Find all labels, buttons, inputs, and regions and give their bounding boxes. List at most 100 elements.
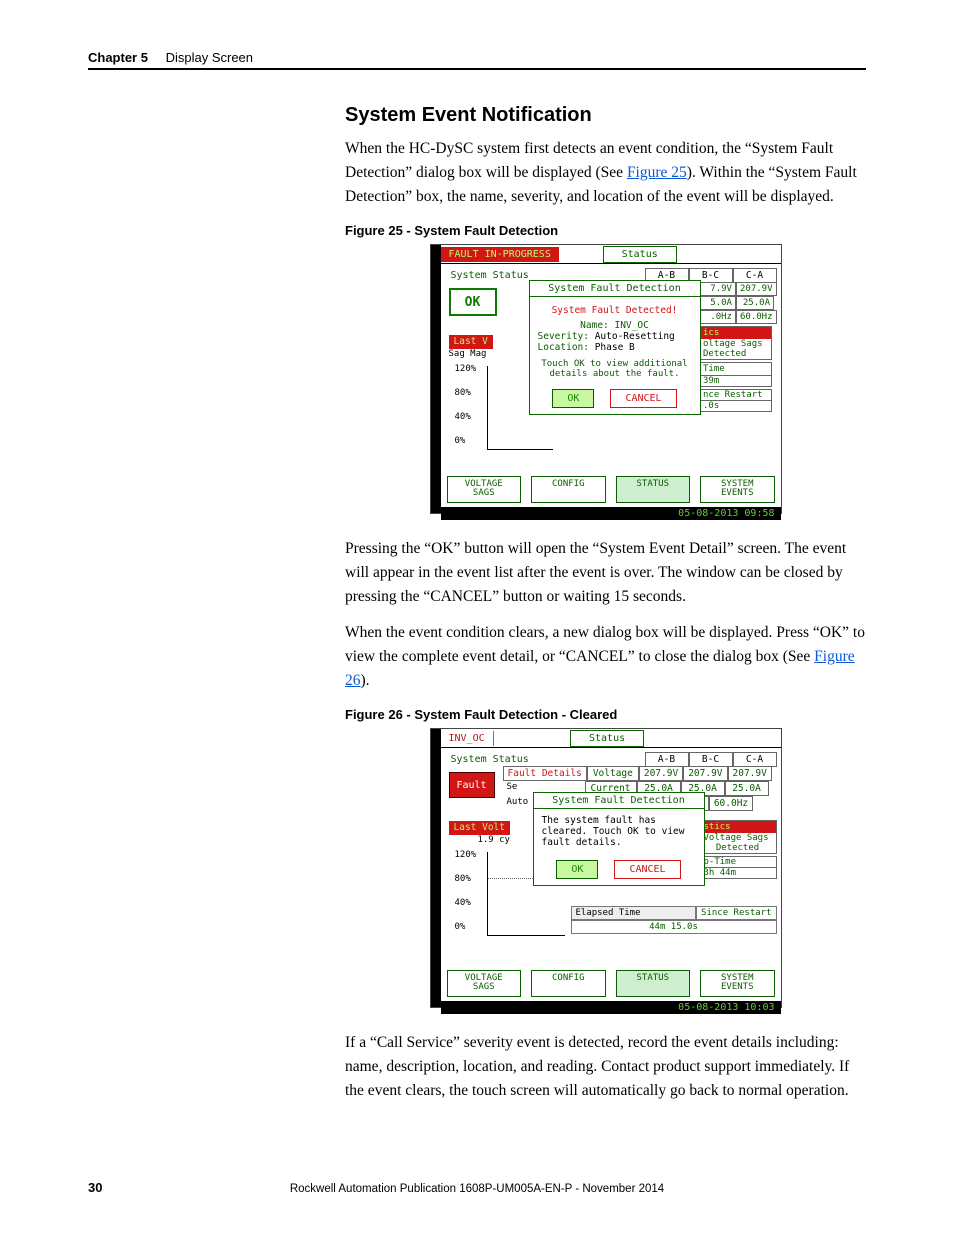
- side-sags1: Voltage Sags: [700, 833, 776, 843]
- val-ca-a: 25.0A: [736, 296, 774, 310]
- sys-status-label: System Status: [445, 752, 645, 767]
- fault-dialog: System Fault Detection System Fault Dete…: [529, 280, 701, 415]
- y40: 40%: [455, 412, 471, 422]
- last-volt-label: Last Volt: [449, 821, 510, 835]
- para3-text-b: ).: [361, 672, 370, 689]
- side-up-v: 3h 44m: [700, 868, 776, 878]
- para3-text-a: When the event condition clears, a new d…: [345, 624, 865, 665]
- col-ab: A-B: [645, 752, 689, 767]
- cyc-label: 1.9 cy: [449, 835, 510, 845]
- nav-bar: VOLTAGE SAGS CONFIG STATUS SYSTEM EVENTS: [441, 472, 781, 507]
- dlg-ok-button[interactable]: OK: [552, 389, 594, 408]
- v-ab: 207.9V: [639, 766, 683, 781]
- val-ca-v: 207.9V: [736, 282, 777, 296]
- paragraph-4: If a “Call Service” severity event is de…: [345, 1031, 866, 1103]
- y0: 0%: [455, 922, 466, 932]
- ok-indicator: OK: [449, 288, 497, 316]
- dlg-loc-lbl: Location:: [538, 342, 595, 353]
- dlg-name: Name: INV_OC: [538, 320, 692, 331]
- y80: 80%: [455, 388, 471, 398]
- sag-mag-label: Sag Mag: [449, 349, 493, 359]
- nav-status[interactable]: STATUS: [616, 476, 691, 503]
- dlg-cancel-button[interactable]: CANCEL: [610, 389, 676, 408]
- side-time-h: Time: [699, 363, 771, 376]
- side-sags2: Detected: [699, 349, 771, 359]
- publication-footer: Rockwell Automation Publication 1608P-UM…: [0, 1183, 954, 1195]
- dlg-msg1: The system fault has: [542, 815, 696, 826]
- section-title: System Event Notification: [345, 104, 866, 127]
- dlg-title: System Fault Detection: [534, 793, 704, 809]
- hz-ca: 60.0Hz: [709, 796, 753, 811]
- row-voltage-label: Voltage: [587, 766, 639, 781]
- left-stripe: [431, 729, 441, 1007]
- col-ca: C-A: [733, 268, 777, 283]
- y120: 120%: [455, 364, 477, 374]
- a-ca: 25.0A: [725, 781, 769, 796]
- figure25-screenshot: FAULT IN-PROGRESS Status System Status A…: [430, 244, 782, 514]
- figure26-screenshot: INV_OC Status System Status A-B B-C C-A …: [430, 728, 782, 1008]
- side-ics: ics: [699, 327, 771, 339]
- titlebar: INV_OC Status: [441, 729, 781, 748]
- titlebar: FAULT IN-PROGRESS Status: [441, 245, 781, 264]
- fault-tag: FAULT IN-PROGRESS: [441, 247, 559, 262]
- side-restart-h: nce Restart: [699, 390, 771, 401]
- sys-status-row: System Status A-B B-C C-A: [445, 752, 777, 767]
- paragraph-2: Pressing the “OK” button will open the “…: [345, 537, 866, 609]
- side-stics: stics: [700, 821, 776, 833]
- since-restart-label: Since Restart: [696, 906, 776, 920]
- dlg-msg3: fault details.: [542, 837, 696, 848]
- elapsed-label: Elapsed Time: [571, 906, 697, 920]
- running-header: Chapter 5 Display Screen: [88, 50, 253, 65]
- y120: 120%: [455, 850, 477, 860]
- figure26-caption: Figure 26 - System Fault Detection - Cle…: [345, 707, 866, 722]
- cleared-dialog: System Fault Detection The system fault …: [533, 792, 705, 886]
- timestamp: 05-08-2013 10:03: [441, 1001, 781, 1014]
- nav-events[interactable]: SYSTEM EVENTS: [700, 970, 775, 997]
- side-restart-v: .0s: [699, 401, 771, 411]
- nav-sags[interactable]: VOLTAGE SAGS: [447, 476, 522, 503]
- val-bc-v: 7.9V: [698, 282, 736, 296]
- col-ca: C-A: [733, 752, 777, 767]
- val-bc-a: 5.0A: [698, 296, 736, 310]
- val-bc-hz: .0Hz: [698, 310, 736, 324]
- side-time-v: 39m: [699, 376, 771, 386]
- figure25-caption: Figure 25 - System Fault Detection: [345, 223, 866, 238]
- dlg-sev-val: Auto-Resetting: [595, 331, 675, 342]
- nav-status[interactable]: STATUS: [616, 970, 691, 997]
- elapsed-value: 44m 15.0s: [571, 920, 777, 934]
- dlg-cancel-button[interactable]: CANCEL: [614, 860, 680, 879]
- nav-config[interactable]: CONFIG: [531, 476, 606, 503]
- fault-details-label: Fault Details: [503, 766, 587, 781]
- dlg-detected: System Fault Detected!: [538, 305, 692, 316]
- dlg-msg2: cleared. Touch OK to view: [542, 826, 696, 837]
- section-label: Display Screen: [166, 50, 253, 65]
- dlg-hint1: Touch OK to view additional: [538, 359, 692, 369]
- se-label: Se: [507, 782, 518, 792]
- dlg-loc-val: Phase B: [595, 342, 635, 353]
- title-tag: INV_OC: [441, 731, 494, 746]
- nav-sags[interactable]: VOLTAGE SAGS: [447, 970, 522, 997]
- dlg-sev-lbl: Severity:: [538, 331, 595, 342]
- nav-bar: VOLTAGE SAGS CONFIG STATUS SYSTEM EVENTS: [441, 966, 781, 1001]
- side-up-h: p-Time: [700, 857, 776, 868]
- dlg-hint2: details about the fault.: [538, 369, 692, 379]
- dlg-ok-button[interactable]: OK: [556, 860, 598, 879]
- side-sags2: Detected: [700, 843, 776, 853]
- nav-events[interactable]: SYSTEM EVENTS: [700, 476, 775, 503]
- side-sags1: oltage Sags: [699, 339, 771, 349]
- dlg-title: System Fault Detection: [530, 281, 700, 297]
- figure25-wrap: FAULT IN-PROGRESS Status System Status A…: [345, 244, 866, 521]
- v-ca: 207.9V: [728, 766, 772, 781]
- nav-config[interactable]: CONFIG: [531, 970, 606, 997]
- v-bc: 207.9V: [683, 766, 727, 781]
- status-tab[interactable]: Status: [570, 730, 644, 747]
- figure25-link[interactable]: Figure 25: [627, 164, 687, 181]
- val-ca-hz: 60.0Hz: [736, 310, 777, 324]
- y80: 80%: [455, 874, 471, 884]
- status-tab[interactable]: Status: [603, 246, 677, 263]
- header-rule: [88, 68, 866, 70]
- chapter-label: Chapter 5: [88, 50, 148, 65]
- fault-indicator: Fault: [449, 772, 495, 798]
- left-stripe: [431, 245, 441, 513]
- last-voltage-label: Last V: [449, 335, 493, 349]
